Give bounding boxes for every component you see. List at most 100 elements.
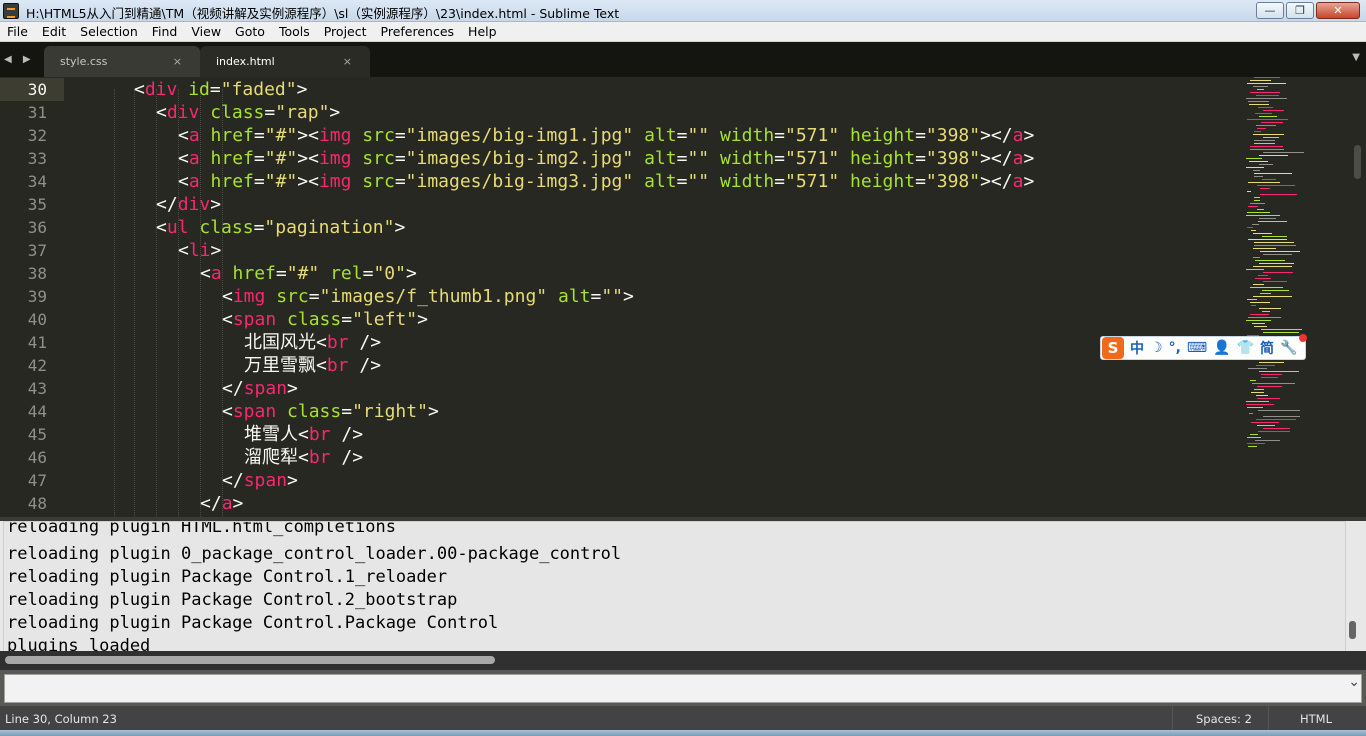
code-token: class [287, 309, 342, 330]
menu-help[interactable]: Help [461, 22, 504, 41]
menu-view[interactable]: View [184, 22, 228, 41]
ime-simplified-icon[interactable]: 简 [1260, 338, 1274, 358]
code-line[interactable]: <a href="#"><img src="images/big-img3.jp… [178, 170, 1034, 193]
menu-project[interactable]: Project [317, 22, 374, 41]
code-line[interactable]: <div id="faded"> [134, 78, 307, 101]
minimap-stroke [1256, 419, 1296, 420]
code-token: br [308, 424, 331, 445]
menu-edit[interactable]: Edit [35, 22, 73, 41]
code-token: = [253, 148, 265, 169]
syntax-selector[interactable]: HTML [1300, 712, 1332, 726]
code-editor[interactable]: 30 31 32 33 34 35 36 37 38 39 40 41 42 43 44 45 46 47 48 <… [0, 77, 1366, 517]
code-token: span [232, 401, 277, 422]
code-line[interactable]: </span> [222, 469, 298, 492]
minimap-stroke [1254, 131, 1261, 132]
maximize-button[interactable]: ❐ [1286, 2, 1314, 19]
minimap-stroke [1253, 170, 1260, 171]
minimap-stroke [1247, 227, 1253, 228]
console-input[interactable] [4, 674, 1362, 703]
minimap-stroke [1259, 308, 1281, 309]
ime-skin-icon[interactable]: 👕 [1237, 340, 1254, 356]
ime-chinese-mode-icon[interactable]: 中 [1130, 338, 1144, 358]
tab-style-css[interactable]: style.css × [44, 46, 200, 77]
close-window-button[interactable]: ✕ [1316, 2, 1360, 19]
minimap-stroke [1262, 179, 1276, 180]
minimap-stroke [1252, 224, 1259, 225]
code-token: "398" [925, 148, 981, 169]
code-token: < [222, 401, 233, 422]
code-line[interactable]: <div class="rap"> [156, 101, 340, 124]
code-token: < [222, 309, 233, 330]
code-token: alt [644, 125, 677, 146]
indentation-setting[interactable]: Spaces: 2 [1196, 712, 1252, 726]
code-line[interactable]: 溜爬犁<br /> [244, 446, 363, 469]
console-panel[interactable]: reloading plugin HTML.html_completions r… [0, 517, 1366, 670]
code-line[interactable]: 万里雪飘<br /> [244, 354, 381, 377]
console-scrollbar-thumb[interactable] [1349, 621, 1356, 639]
sogou-logo-icon[interactable]: S [1102, 337, 1124, 359]
code-line[interactable]: <a href="#" rel="0"> [200, 262, 417, 285]
code-line[interactable]: 堆雪人<br /> [244, 423, 363, 446]
indent-guide [156, 89, 157, 517]
code-line[interactable]: <li> [178, 239, 221, 262]
line-number: 33 [27, 149, 47, 168]
ime-settings-icon[interactable]: 🔧 [1280, 340, 1297, 356]
code-token: href [210, 148, 254, 169]
menu-preferences[interactable]: Preferences [374, 22, 462, 41]
chevron-down-icon[interactable]: ⌄ [1348, 674, 1360, 690]
code-token: = [209, 79, 221, 100]
minimap-stroke [1263, 152, 1304, 153]
code-line[interactable]: <span class="right"> [222, 400, 439, 423]
minimap-stroke [1250, 380, 1256, 381]
code-line[interactable]: </a> [200, 492, 243, 515]
ime-user-icon[interactable]: 👤 [1213, 340, 1230, 356]
tab-nav-arrows-icon[interactable]: ◀ ▶ [4, 54, 35, 65]
code-token: height [850, 148, 916, 169]
minimize-button[interactable]: — [1256, 2, 1284, 19]
menu-tools[interactable]: Tools [272, 22, 317, 41]
menu-goto[interactable]: Goto [228, 22, 272, 41]
ime-punctuation-icon[interactable]: °, [1169, 340, 1181, 356]
editor-scrollbar-thumb[interactable] [1354, 145, 1361, 179]
code-area[interactable]: <div id="faded"> <div class="rap"> <a href… [68, 77, 1238, 517]
ime-moon-icon[interactable]: ☽ [1150, 340, 1163, 356]
code-line[interactable]: </span> [222, 377, 298, 400]
minimap-stroke [1254, 389, 1264, 390]
minimap-stroke [1247, 437, 1261, 438]
tab-close-icon[interactable]: × [343, 46, 352, 77]
code-token: = [264, 102, 276, 123]
code-line[interactable]: <img src="images/f_thumb1.png" alt=""> [222, 285, 634, 308]
menu-selection[interactable]: Selection [73, 22, 145, 41]
minimap-stroke [1254, 143, 1275, 144]
minimap-stroke [1246, 167, 1264, 168]
line-number: 39 [27, 287, 47, 306]
code-line[interactable]: <a href="#"><img src="images/big-img1.jp… [178, 124, 1034, 147]
code-token: a [210, 263, 222, 284]
ime-toolbar[interactable]: S 中 ☽ °, ⌨ 👤 👕 简 🔧 [1100, 334, 1307, 360]
ime-keyboard-icon[interactable]: ⌨ [1187, 340, 1207, 356]
code-token: = [774, 125, 785, 146]
code-line[interactable]: <span class="left"> [222, 308, 428, 331]
tab-dropdown-icon[interactable]: ▼ [1352, 52, 1360, 63]
editor-scrollbar[interactable] [1352, 77, 1366, 517]
menu-find[interactable]: Find [145, 22, 185, 41]
sublime-app-icon[interactable] [3, 3, 19, 19]
console-hscroll-thumb[interactable] [5, 656, 495, 664]
tab-index-html[interactable]: index.html × [200, 46, 370, 77]
code-line[interactable]: <a href="#"><img src="images/big-img2.jp… [178, 147, 1034, 170]
minimap[interactable] [1246, 77, 1350, 457]
code-line[interactable]: <ul class="pagination"> [156, 216, 405, 239]
menu-file[interactable]: File [0, 22, 35, 41]
code-line[interactable]: 北国风光<br /> [244, 331, 381, 354]
code-token: > [210, 194, 222, 215]
minimap-stroke [1253, 284, 1264, 285]
tab-close-icon[interactable]: × [173, 46, 182, 77]
code-token: = [341, 401, 353, 422]
code-line[interactable]: </div> [156, 193, 221, 216]
code-token: > [297, 171, 309, 192]
